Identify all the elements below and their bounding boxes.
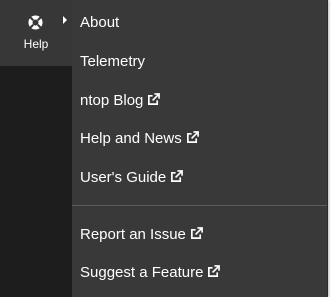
menu-item-label: Report an Issue <box>80 226 186 243</box>
menu-item-label: About <box>80 14 120 31</box>
menu-item-help-and-news[interactable]: Help and News <box>72 120 327 158</box>
external-link-icon <box>170 170 184 183</box>
external-link-icon <box>190 227 203 240</box>
external-link-icon <box>186 131 199 144</box>
caret-right-icon <box>63 16 67 24</box>
help-label: Help <box>23 37 49 51</box>
menu-item-label: ntop Blog <box>80 92 144 109</box>
menu-item-label: Help and News <box>80 130 182 147</box>
help-dropdown-menu: About Telemetry ntop Blog Help and News … <box>72 0 328 297</box>
sidebar: Help <box>0 0 72 297</box>
menu-item-telemetry[interactable]: Telemetry <box>72 43 327 81</box>
menu-item-users-guide[interactable]: User's Guide <box>72 159 327 197</box>
menu-item-report-an-issue[interactable]: Report an Issue <box>72 216 327 254</box>
lifebuoy-icon <box>28 15 43 30</box>
sidebar-item-help[interactable]: Help <box>0 0 72 66</box>
external-link-icon <box>147 93 161 106</box>
menu-item-label: Suggest a Feature <box>80 264 204 281</box>
menu-item-ntop-blog[interactable]: ntop Blog <box>72 82 327 120</box>
menu-item-label: User's Guide <box>80 169 167 186</box>
external-link-icon <box>207 265 221 278</box>
menu-item-suggest-a-feature[interactable]: Suggest a Feature <box>72 254 327 292</box>
menu-item-label: Telemetry <box>80 53 146 70</box>
menu-divider <box>72 205 327 206</box>
menu-item-about[interactable]: About <box>72 4 327 42</box>
